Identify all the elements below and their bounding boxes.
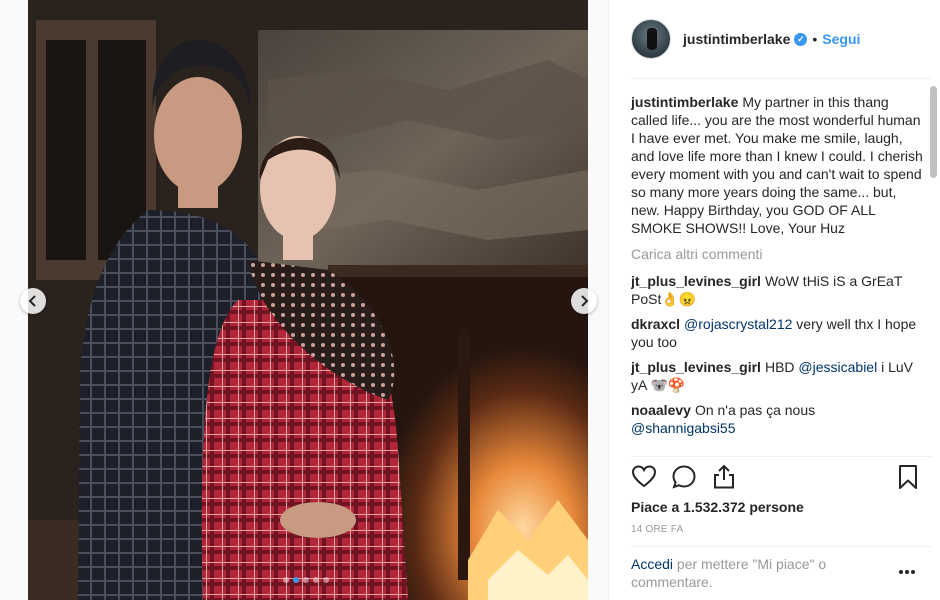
comment-items: jt_plus_levines_girl WoW tHiS iS a GrEaT … <box>631 272 923 437</box>
separator-bullet: • <box>812 31 818 47</box>
comment-mention[interactable]: @rojascrystal212 <box>684 316 792 332</box>
carousel-dot <box>313 577 319 583</box>
bookmark-icon[interactable] <box>895 464 921 490</box>
carousel-next-button[interactable] <box>571 288 597 314</box>
comment-mention[interactable]: @jessicabiel <box>798 359 877 375</box>
actions-divider <box>631 456 931 457</box>
photo-illustration <box>28 0 588 600</box>
comment-username[interactable]: jt_plus_levines_girl <box>631 359 761 375</box>
follow-button[interactable]: Segui <box>822 31 860 47</box>
post-photo[interactable] <box>28 0 588 600</box>
ellipsis-icon[interactable] <box>897 562 917 582</box>
login-divider <box>631 546 931 547</box>
comment-text: HBD <box>764 359 799 375</box>
comment-row: noaalevy On n'a pas ça nous @shannigabsi5… <box>631 401 923 437</box>
speech-bubble-icon[interactable] <box>671 464 697 490</box>
heart-icon[interactable] <box>631 464 657 490</box>
comments-list: justintimberlake My partner in this thang… <box>631 93 923 453</box>
share-icon[interactable] <box>711 464 737 490</box>
carousel-dot <box>293 577 299 583</box>
comment-row: dkraxcl @rojascrystal212 very well thx I … <box>631 315 923 351</box>
comment-username[interactable]: jt_plus_levines_girl <box>631 273 761 289</box>
comment-username[interactable]: dkraxcl <box>631 316 680 332</box>
comment-mention[interactable]: @shannigabsi55 <box>631 420 736 436</box>
comment-row: jt_plus_levines_girl HBD @jessicabiel i L… <box>631 358 923 394</box>
login-link[interactable]: Accedi <box>631 556 673 572</box>
post-dialog: justintimberlake ✓ • Segui justintimberl… <box>0 0 940 600</box>
verified-badge-icon: ✓ <box>794 32 808 46</box>
comment-row: jt_plus_levines_girl WoW tHiS iS a GrEaT … <box>631 272 923 308</box>
caption-username[interactable]: justintimberlake <box>631 94 738 110</box>
caption: justintimberlake My partner in this thang… <box>631 93 923 237</box>
header-username[interactable]: justintimberlake <box>683 31 790 47</box>
carousel-dot <box>283 577 289 583</box>
caption-text: My partner in this thang called life... … <box>631 94 923 236</box>
carousel-dot <box>303 577 309 583</box>
carousel-indicator <box>283 577 329 583</box>
post-timestamp[interactable]: 14 ORE FA <box>631 524 683 535</box>
chevron-left-icon <box>28 295 36 307</box>
post-header: justintimberlake ✓ • Segui <box>609 0 940 78</box>
media-area <box>0 0 608 600</box>
login-prompt: Accedi per mettere "Mi piace" o commenta… <box>631 555 881 591</box>
load-more-comments-button[interactable]: Carica altri commenti <box>631 246 923 262</box>
carousel-prev-button[interactable] <box>20 288 46 314</box>
comment-text: On n'a pas ça nous <box>694 402 816 418</box>
action-bar <box>631 464 921 494</box>
header-divider <box>631 78 931 79</box>
likes-count[interactable]: Piace a 1.532.372 persone <box>631 499 804 515</box>
post-sidebar: justintimberlake ✓ • Segui justintimberl… <box>608 0 940 600</box>
avatar[interactable] <box>631 19 671 59</box>
comment-username[interactable]: noaalevy <box>631 402 691 418</box>
chevron-right-icon <box>581 295 589 307</box>
scrollbar-thumb[interactable] <box>930 86 937 178</box>
comments-scrollbar[interactable] <box>929 86 937 456</box>
carousel-dot <box>323 577 329 583</box>
